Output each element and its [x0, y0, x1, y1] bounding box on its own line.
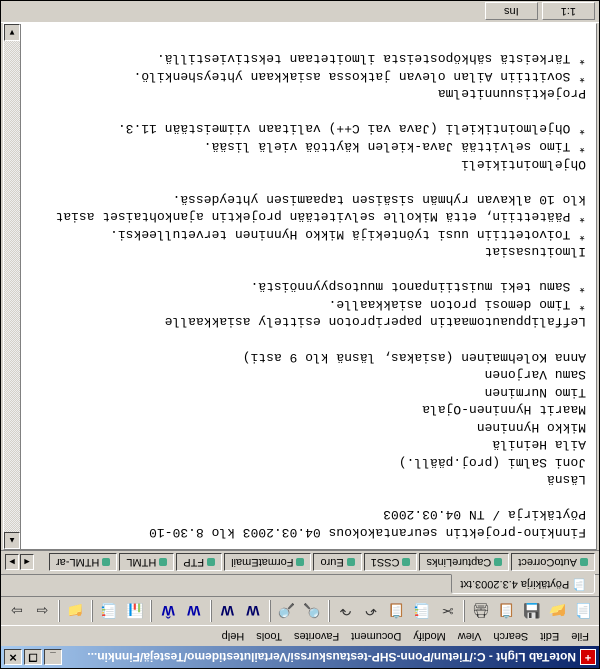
clip-icon[interactable]: 📊	[123, 599, 147, 623]
clip-tab-capturelinks[interactable]: CaptureLinks	[419, 554, 509, 572]
maximize-button[interactable]: ❐	[24, 649, 42, 665]
book-icon	[347, 559, 355, 567]
menu-search[interactable]: Search	[487, 628, 534, 644]
cursor-position: 1:1	[542, 3, 595, 21]
print-icon[interactable]: 🖨	[469, 599, 493, 623]
insert-mode: Ins	[485, 3, 538, 21]
menu-view[interactable]: View	[452, 628, 488, 644]
forward-icon[interactable]: ⇨	[5, 599, 29, 623]
document-tab[interactable]: 📄 Pöytäkirja 4.3.2003.txt	[451, 574, 595, 594]
back-icon[interactable]: ⇦	[30, 599, 54, 623]
cut-icon[interactable]: ✂	[436, 599, 460, 623]
replace-icon[interactable]: 🔎	[275, 599, 299, 623]
app-window: + NoteTab Light - C:/Tietun/Ponn-SHP-tes…	[0, 0, 600, 669]
window-title: NoteTab Light - C:/Tietun/Ponn-SHP-testa…	[62, 650, 576, 664]
editor-area: Finnkino-projektin seurantakokous 04.03.…	[3, 23, 597, 550]
undo-icon[interactable]: ↶	[359, 599, 383, 623]
menu-tools[interactable]: Tools	[250, 628, 288, 644]
book-icon	[402, 559, 410, 567]
book-icon	[296, 559, 304, 567]
clip-scroll-right[interactable]: ►	[5, 555, 19, 571]
redo-icon[interactable]: ↷	[334, 599, 358, 623]
clip-tab-formatemail[interactable]: FormatEmail	[224, 554, 311, 572]
clip-tab-css1[interactable]: CSS1	[364, 554, 418, 572]
menu-edit[interactable]: Edit	[534, 628, 565, 644]
browser2-icon[interactable]: Ŵ	[157, 599, 181, 623]
toolbar-separator	[210, 600, 212, 622]
new-file-icon[interactable]: 📄	[571, 599, 595, 623]
clip-tab-html-ar[interactable]: HTML-ar	[49, 554, 117, 572]
vertical-scrollbar[interactable]: ▲ ▼	[4, 24, 21, 549]
open-file-icon[interactable]: 📂	[546, 599, 570, 623]
library-icon[interactable]: 📑	[97, 599, 121, 623]
clip-library-tabs: AutoCorrect CaptureLinks CSS1 Euro Forma…	[1, 550, 599, 574]
book-icon	[207, 559, 215, 567]
toolbar-separator	[328, 600, 330, 622]
menu-file[interactable]: File	[565, 628, 595, 644]
copy-icon[interactable]: 📑	[410, 599, 434, 623]
toolbar-separator	[269, 600, 271, 622]
clip-tab-ftp[interactable]: FTP	[176, 554, 222, 572]
scroll-down-button[interactable]: ▼	[4, 24, 20, 41]
scroll-up-button[interactable]: ▲	[4, 532, 20, 549]
folder-icon[interactable]: 📁	[64, 599, 88, 623]
menu-modify[interactable]: Modify	[407, 628, 451, 644]
clip-tab-autocorrect[interactable]: AutoCorrect	[511, 554, 595, 572]
clip-tab-euro[interactable]: Euro	[313, 554, 361, 572]
clip-tab-html[interactable]: HTML	[119, 554, 174, 572]
titlebar: + NoteTab Light - C:/Tietun/Ponn-SHP-tes…	[1, 646, 599, 668]
text-editor[interactable]: Finnkino-projektin seurantakokous 04.03.…	[21, 24, 596, 549]
document-tab-label: Pöytäkirja 4.3.2003.txt	[460, 578, 569, 590]
paste-icon[interactable]: 📋	[385, 599, 409, 623]
save-all-icon[interactable]: 📋	[495, 599, 519, 623]
book-icon	[580, 559, 588, 567]
toolbar-separator	[463, 600, 465, 622]
file-icon: 📄	[572, 578, 586, 590]
word-wrap2-icon[interactable]: W	[216, 599, 240, 623]
toolbar: 📄 📂 💾 📋 🖨 ✂ 📑 📋 ↶ ↷ 🔍 🔎 W W W Ŵ 📊 📑 📁 ⇦ …	[1, 596, 599, 626]
toolbar-separator	[91, 600, 93, 622]
book-icon	[102, 559, 110, 567]
statusbar: 1:1 Ins	[1, 1, 599, 23]
book-icon	[494, 559, 502, 567]
close-button[interactable]: ✕	[4, 649, 22, 665]
menu-help[interactable]: Help	[216, 628, 251, 644]
book-icon	[159, 559, 167, 567]
document-tabs: 📄 Pöytäkirja 4.3.2003.txt	[1, 574, 599, 596]
toolbar-separator	[151, 600, 153, 622]
menu-favorites[interactable]: Favorites	[288, 628, 345, 644]
scroll-track[interactable]	[4, 41, 20, 532]
clip-scroll-left[interactable]: ◄	[20, 555, 34, 571]
menu-document[interactable]: Document	[345, 628, 407, 644]
app-icon: +	[580, 649, 596, 665]
minimize-button[interactable]: _	[44, 649, 62, 665]
word-wrap-icon[interactable]: W	[241, 599, 265, 623]
save-icon[interactable]: 💾	[520, 599, 544, 623]
menubar: File Edit Search View Modify Document Fa…	[1, 626, 599, 646]
browser-icon[interactable]: W	[182, 599, 206, 623]
toolbar-separator	[58, 600, 60, 622]
find-icon[interactable]: 🔍	[300, 599, 324, 623]
